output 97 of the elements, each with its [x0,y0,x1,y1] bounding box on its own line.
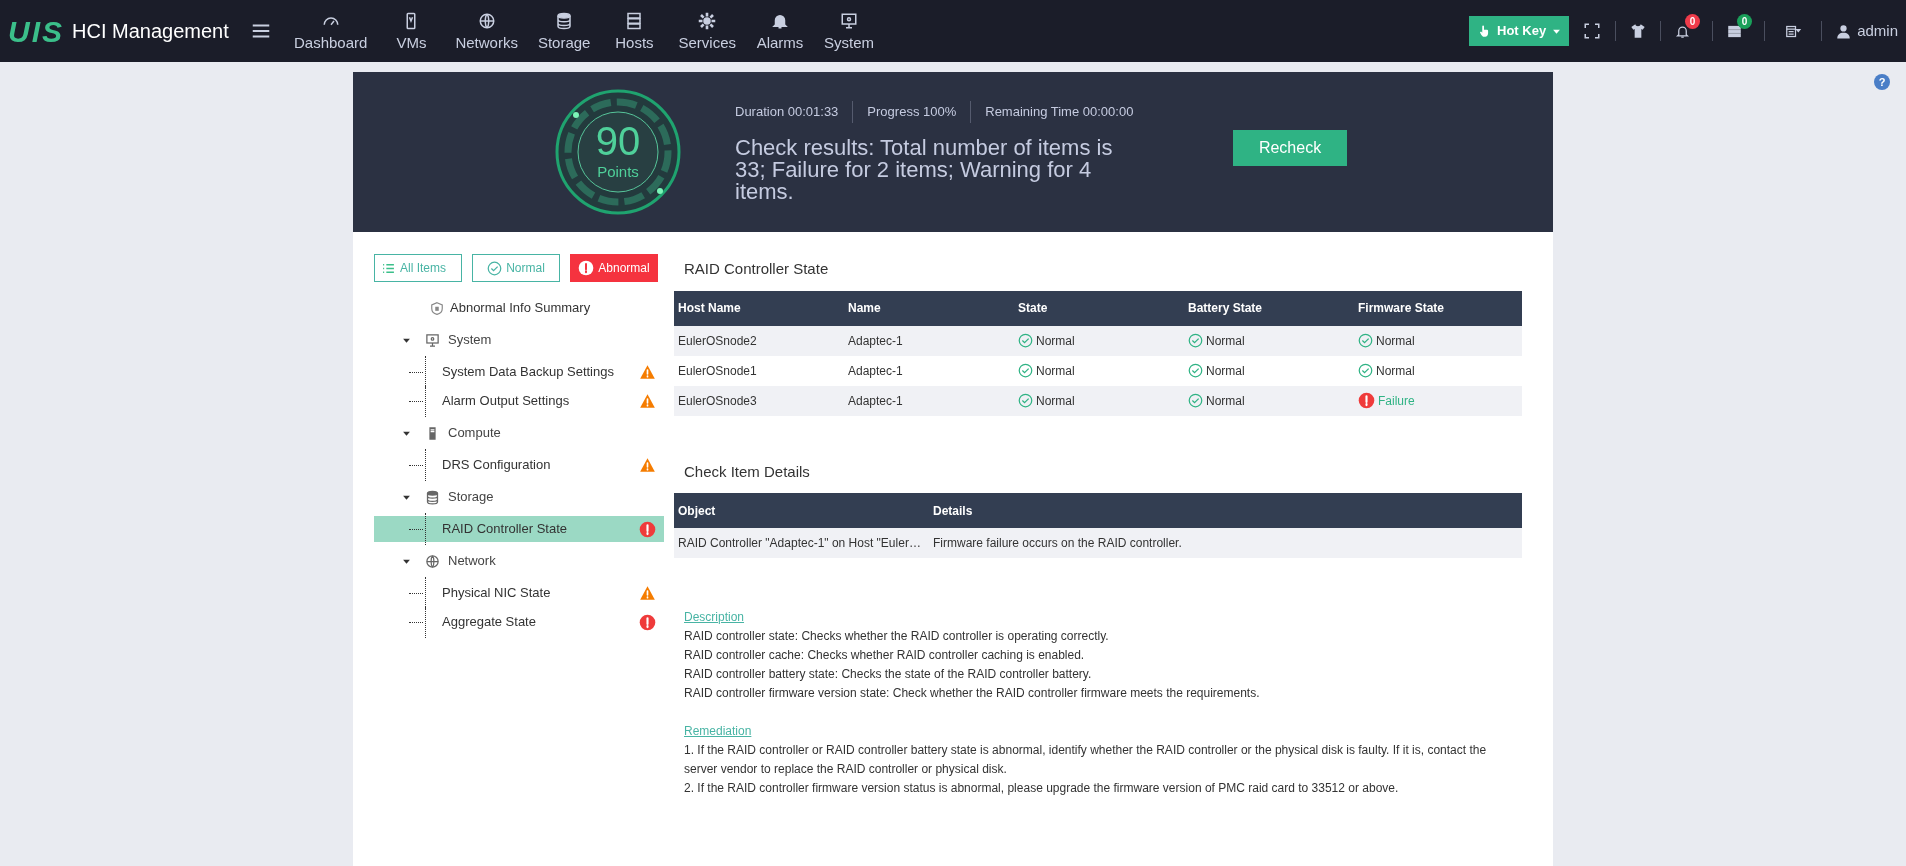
tree-item[interactable]: Abnormal Info Summary [428,296,593,320]
column-header: State [1017,300,1049,317]
description-text: RAID controller firmware version state: Check whether the RAID controller firmware meets the requirements. [684,685,1261,702]
table-cell: Failure [1354,391,1522,410]
shield-icon [430,300,444,316]
tree-item[interactable]: Aggregate State [374,609,664,635]
nav-item[interactable]: Services [670,7,744,55]
tree-item[interactable]: DRS Configuration [374,452,664,478]
score-value: 90 [595,120,641,161]
nav-item[interactable]: Storage [529,7,599,55]
table-cell-text: EulerOSnode1 [677,362,758,380]
column-header: Object [677,502,717,520]
count-badge: 0 [1685,13,1701,29]
check-circle-icon [1018,363,1033,378]
check-circle-icon [1358,333,1373,348]
tree-group[interactable]: System [425,330,492,350]
globe-icon [425,553,440,569]
column-header: Host Name [677,300,742,317]
database-icon [425,489,440,505]
warning-icon [639,457,656,473]
nav-item[interactable]: Alarms [748,7,812,55]
nav-item[interactable]: System [816,7,882,55]
exclamation-icon [639,613,656,631]
table-cell-text: Adaptec-1 [847,392,904,410]
tree-item[interactable]: Physical NIC State [374,580,664,606]
column-header: Details [932,502,974,520]
tree-group[interactable]: Storage [425,487,494,507]
tree-group[interactable]: Network [425,551,496,571]
column-header: Battery State [1187,300,1264,317]
server-icon[interactable] [1727,23,1743,39]
table-cell: Normal [1184,331,1354,350]
warning-icon [639,585,656,601]
column-header: Firmware State [1357,300,1446,317]
check-circle-icon [1188,363,1203,378]
section-title: RAID Controller State [683,259,830,279]
app-title: HCI Management [72,19,229,44]
section-title: Check Item Details [683,461,811,482]
bell-icon[interactable] [1675,23,1691,39]
check-results-text: Check results: Total number of items is 33; Failure for 2 items; Warning for 4 items. [735,137,1114,203]
table-cell: Normal [1184,361,1354,380]
description-text: 1. If the RAID controller or RAID controller battery state is abnormal, identify whether the RAID controller or the physical disk is faulty. If it is, contact the server vendor to replace the RAID controller or physical disk. [684,742,1488,778]
list-icon [381,261,396,275]
table-cell: Normal [1184,391,1354,410]
tree-item[interactable]: System Data Backup Settings [374,359,664,385]
check-circle-icon [1018,393,1033,408]
user-menu[interactable]: admin [1836,19,1898,43]
column-header: Name [847,300,882,317]
table-cell-text: Adaptec-1 [847,332,904,350]
monitor-icon [840,11,858,30]
table-cell-text: RAID Controller "Adaptec-1" on Host "Euler… [677,535,922,552]
description-text: RAID controller state: Checks whether the RAID controller is operating correctly. [684,628,1110,645]
check-circle-icon [1188,393,1203,408]
tree-item-selected[interactable]: RAID Controller State [374,516,664,542]
logo: UIS [8,13,64,50]
check-circle-icon [1358,363,1373,378]
table-cell-text: Firmware failure occurs on the RAID controller. [932,535,1183,552]
table-cell-text: EulerOSnode2 [677,332,758,350]
fullscreen-icon[interactable] [1583,22,1602,40]
warning-icon [639,364,656,380]
nav-item[interactable]: Dashboard [286,7,376,55]
exclamation-icon [578,260,595,276]
exclamation-icon [639,520,656,538]
hand-pointer-icon [1477,23,1491,39]
globe-icon [477,11,496,30]
score-unit: Points [597,161,639,182]
stat-text: Remaining Time 00:00:00 [985,103,1134,122]
count-badge: 0 [1737,13,1753,29]
description-text: RAID controller cache: Checks whether RAID controller caching is enabled. [684,647,1086,664]
exclamation-icon [1358,392,1375,409]
table-cell: Normal [1354,331,1522,350]
table-cell: Normal [1014,391,1184,410]
user-icon [1836,22,1852,40]
description-text: RAID controller battery state: Checks the state of the RAID controller battery. [684,666,1093,683]
filter-button[interactable]: Abnormal [570,254,658,282]
table-cell-text: Adaptec-1 [847,362,904,380]
nav-item[interactable]: Hosts [602,7,667,55]
description-text: 2. If the RAID controller firmware version status is abnormal, please upgrade the firmware version of PMC raid card to 33512 or above. [684,780,1400,797]
stat-text: Progress 100% [867,103,957,122]
monitor-icon [425,332,440,348]
stat-text: Duration 00:01:33 [735,103,839,122]
nav-item[interactable]: Networks [447,7,526,55]
gear-icon [698,11,717,30]
nav-item[interactable]: VMs [379,7,444,55]
table-cell: Normal [1354,361,1522,380]
warning-icon [639,393,656,409]
table-cell-text: EulerOSnode3 [677,392,758,410]
check-circle-icon [1188,333,1203,348]
database-icon [555,11,574,30]
shirt-icon[interactable] [1630,23,1647,39]
table-cell: Normal [1014,331,1184,350]
check-circle-icon [487,260,503,276]
tree-group[interactable]: Compute [425,423,501,443]
server-icon [625,11,644,30]
check-circle-icon [1018,333,1033,348]
table-cell: Normal [1014,361,1184,380]
tree-item[interactable]: Alarm Output Settings [374,388,664,414]
help-button[interactable]: ? [1874,74,1890,90]
